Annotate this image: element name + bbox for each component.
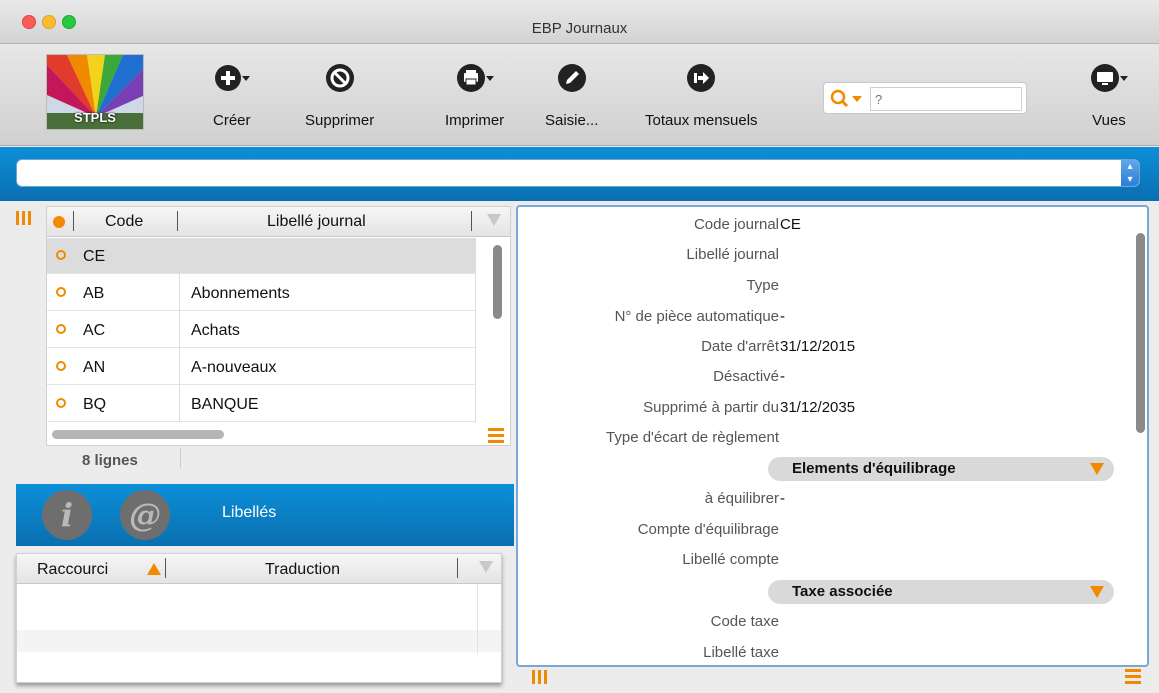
status-column-icon[interactable] — [53, 216, 65, 228]
logo-text: STPLS — [74, 110, 116, 125]
prohibit-icon — [325, 58, 355, 98]
table-menu-icon[interactable] — [488, 428, 504, 446]
collapse-triangle-icon[interactable] — [1090, 463, 1104, 475]
company-logo: STPLS — [46, 54, 144, 130]
field-value[interactable]: 31/12/2015 — [780, 338, 855, 355]
field-label: Supprimé à partir du — [643, 399, 779, 416]
window-title: EBP Journaux — [531, 20, 628, 37]
toolbar: STPLS Créer Supprimer Imprimer Saisie...… — [0, 44, 1159, 146]
search-box — [823, 82, 1027, 114]
column-label[interactable]: Libellé journal — [267, 213, 366, 231]
column-menu-icon[interactable] — [487, 214, 501, 228]
horizontal-scrollbar[interactable] — [52, 430, 224, 439]
detail-column-handle-icon[interactable] — [532, 670, 547, 684]
filter-bar: ▴ ▾ — [0, 147, 1159, 201]
row-count: 8 lignes — [82, 452, 138, 469]
field-value[interactable]: - — [780, 368, 785, 385]
table-row[interactable]: BQ BANQUE — [47, 386, 475, 422]
plus-circle-icon — [214, 58, 250, 98]
detail-scrollbar[interactable] — [1136, 233, 1145, 433]
labels-panel-title: Libellés — [222, 504, 277, 521]
section-tax[interactable]: Taxe associée — [768, 580, 1114, 604]
field-label: à équilibrer — [704, 490, 779, 507]
row-status-icon — [56, 250, 66, 260]
row-status-icon — [56, 361, 66, 371]
monitor-icon — [1090, 58, 1128, 98]
combo-stepper-icon[interactable]: ▴ ▾ — [1121, 160, 1139, 186]
info-icon[interactable]: i — [42, 490, 92, 540]
field-label: Type d'écart de règlement — [606, 429, 779, 446]
row-status-icon — [56, 324, 66, 334]
arrow-right-circle-icon — [686, 58, 716, 98]
detail-menu-icon[interactable] — [1125, 669, 1141, 687]
table-row[interactable]: AC Achats — [47, 312, 475, 348]
field-value[interactable]: 31/12/2035 — [780, 399, 855, 416]
field-label: Désactivé — [713, 368, 779, 385]
monthly-totals-button[interactable]: Totaux mensuels — [645, 58, 758, 129]
labels-table-header: Raccourci Traduction — [17, 554, 501, 584]
filter-combo[interactable]: ▴ ▾ — [16, 159, 1140, 187]
pencil-icon — [557, 58, 587, 98]
table-row[interactable]: AN A-nouveaux — [47, 349, 475, 385]
column-menu-icon[interactable] — [479, 561, 493, 575]
create-button[interactable]: Créer — [213, 58, 251, 129]
sort-ascending-icon[interactable] — [147, 562, 161, 576]
search-icon[interactable] — [830, 89, 866, 109]
field-value[interactable]: CE — [780, 216, 801, 233]
detail-panel: Code journal CE Libellé journal Type N° … — [516, 205, 1149, 667]
table-row[interactable]: CE — [47, 238, 475, 274]
field-label: Type — [746, 277, 779, 294]
field-label: Date d'arrêt — [701, 338, 779, 355]
field-value[interactable]: - — [780, 490, 785, 507]
journal-table: Code Libellé journal CE AB Abonnements A… — [46, 206, 511, 446]
vertical-scrollbar[interactable] — [493, 245, 502, 319]
table-header: Code Libellé journal — [47, 207, 510, 237]
field-label: Compte d'équilibrage — [637, 521, 779, 538]
field-value[interactable]: - — [780, 308, 785, 325]
row-status-icon — [56, 398, 66, 408]
column-translation[interactable]: Traduction — [265, 561, 340, 579]
labels-table: Raccourci Traduction — [16, 553, 502, 683]
field-label: Libellé journal — [686, 246, 779, 263]
labels-panel-header: i @ Libellés — [16, 484, 514, 546]
row-status-icon — [56, 287, 66, 297]
search-input[interactable] — [870, 87, 1022, 111]
delete-button[interactable]: Supprimer — [305, 58, 374, 129]
column-shortcut[interactable]: Raccourci — [37, 561, 108, 579]
entry-button[interactable]: Saisie... — [545, 58, 598, 129]
column-handle-icon[interactable] — [16, 211, 31, 225]
field-label: Libellé taxe — [703, 644, 779, 661]
section-balance[interactable]: Elements d'équilibrage — [768, 457, 1114, 481]
at-icon[interactable]: @ — [120, 490, 170, 540]
table-row[interactable]: AB Abonnements — [47, 275, 475, 311]
views-button[interactable]: Vues — [1090, 58, 1128, 129]
field-label: Libellé compte — [682, 551, 779, 568]
title-bar: EBP Journaux — [0, 0, 1159, 44]
field-label: Code journal — [693, 216, 779, 233]
printer-icon — [456, 58, 494, 98]
field-label: Code taxe — [710, 613, 779, 630]
column-code[interactable]: Code — [105, 213, 143, 231]
field-label: N° de pièce automatique — [614, 308, 779, 325]
collapse-triangle-icon[interactable] — [1090, 586, 1104, 598]
print-button[interactable]: Imprimer — [445, 58, 504, 129]
